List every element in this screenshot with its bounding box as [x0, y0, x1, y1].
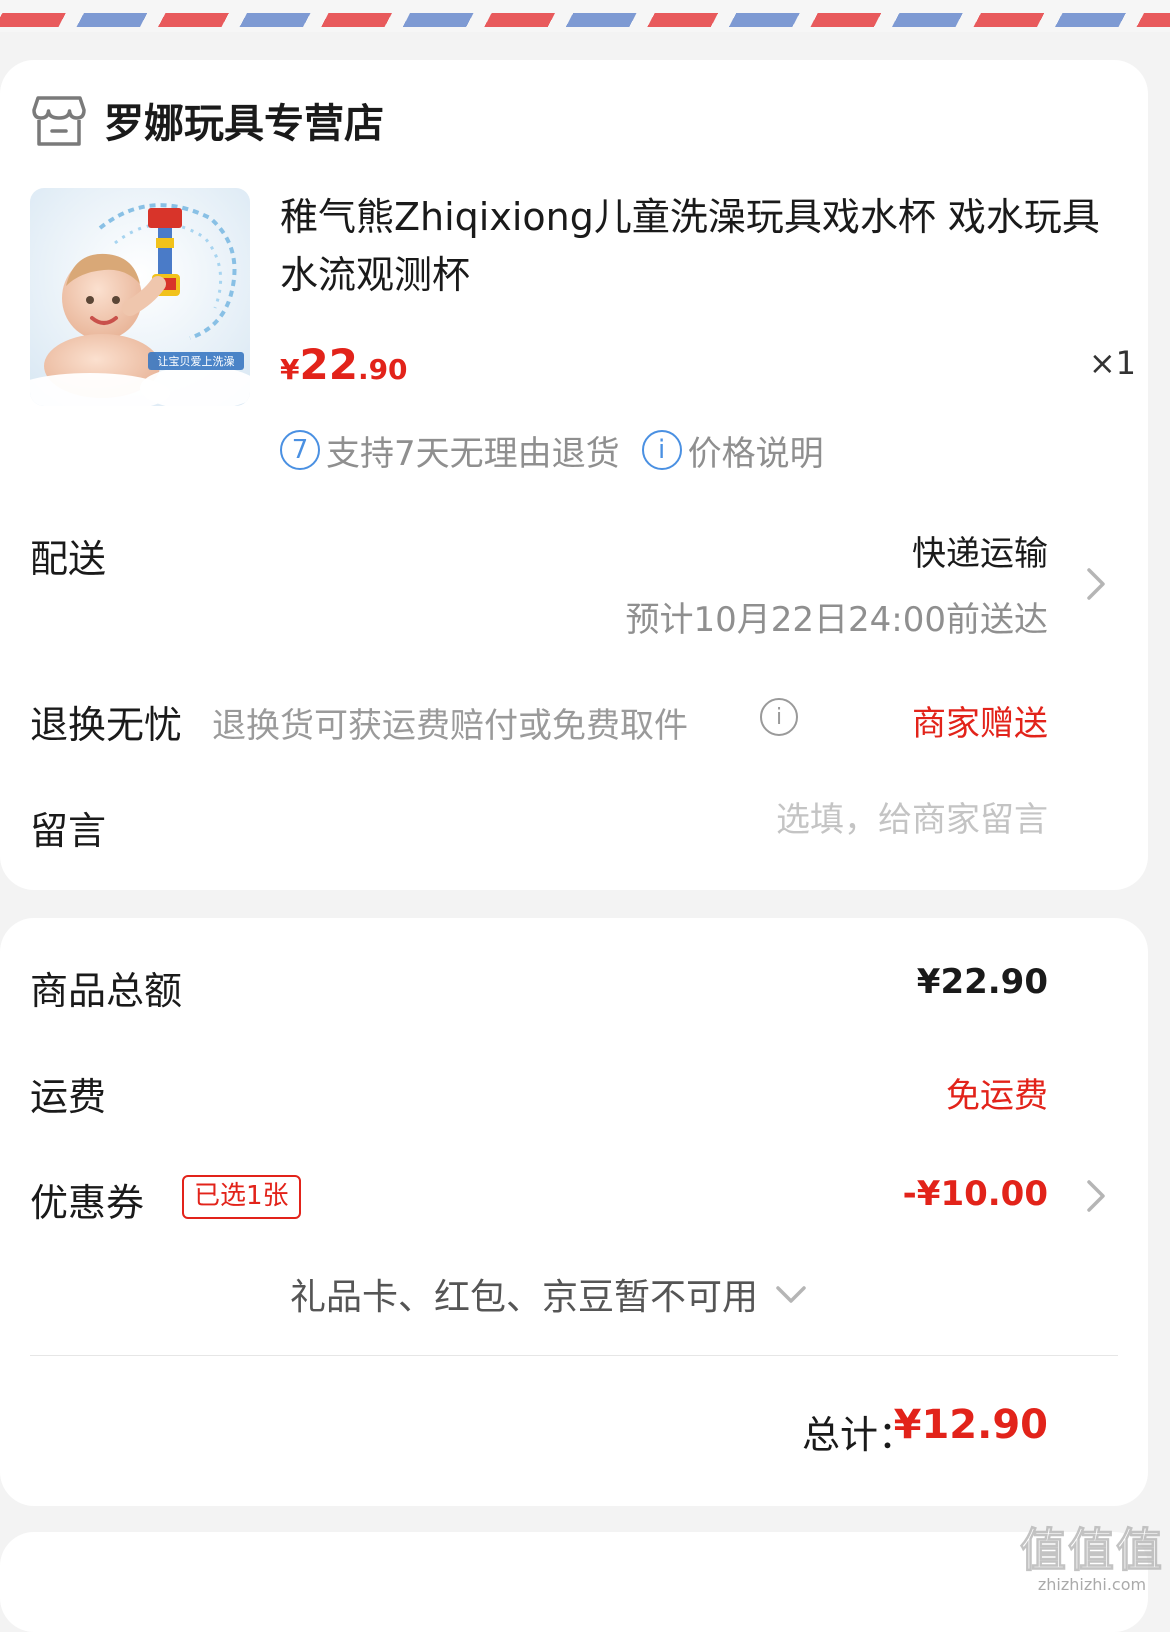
product-quantity: ×1 — [1088, 344, 1136, 382]
message-label: 留言 — [30, 809, 107, 853]
subtotal-value: ¥22.90 — [916, 962, 1048, 1002]
service-tags: 7 支持7天无理由退货 i 价格说明 — [280, 426, 824, 475]
order-card — [0, 60, 1148, 890]
price-decimal: .90 — [357, 353, 408, 386]
price-note-link[interactable]: 价格说明 — [688, 426, 824, 475]
seven-day-return-icon: 7 — [280, 430, 320, 470]
shipping-label: 运费 — [30, 1075, 107, 1119]
watermark-site: zhizhizhi.com — [1037, 1575, 1147, 1594]
airmail-border — [0, 0, 1170, 32]
watermark-logo: 值值值 — [1020, 1523, 1164, 1577]
price-currency: ¥ — [280, 353, 300, 386]
product-title[interactable]: 稚气熊Zhiqixiong儿童洗澡玩具戏水杯 戏水玩具 水流观测杯 — [280, 188, 1110, 304]
delivery-eta: 预计10月22日24:00前送达 — [625, 600, 1048, 640]
next-card — [0, 1532, 1148, 1632]
returns-label: 退换无忧 — [30, 703, 183, 747]
shipping-value: 免运费 — [946, 1076, 1048, 1116]
airmail-stripes — [0, 13, 1170, 27]
delivery-method[interactable]: 快递运输 — [912, 526, 1048, 575]
returns-badge: 商家赠送 — [912, 704, 1048, 744]
delivery-label[interactable]: 配送 — [30, 528, 106, 583]
message-input[interactable] — [548, 800, 1048, 840]
info-icon: i — [641, 430, 682, 470]
product-image-caption: 让宝贝爱上洗澡 — [158, 354, 235, 368]
subtotal-label: 商品总额 — [30, 969, 183, 1013]
chevron-down-icon — [776, 1286, 806, 1303]
returns-description: 退换货可获运费赔付或免费取件 — [212, 706, 688, 746]
seven-day-return-label[interactable]: 支持7天无理由退货 — [326, 426, 620, 475]
product-price: ¥22.90 — [280, 340, 408, 399]
watermark: 值值值 zhizhizhi.com — [1020, 1523, 1164, 1595]
chevron-right-icon[interactable] — [1084, 1178, 1108, 1214]
coupon-label[interactable]: 优惠券 — [30, 1172, 144, 1227]
coupon-value[interactable]: -¥10.00 — [903, 1174, 1048, 1214]
store-name[interactable]: 罗娜玩具专营店 — [104, 100, 384, 148]
product-image[interactable]: 让宝贝爱上洗澡 — [30, 188, 250, 406]
info-icon[interactable]: i — [760, 698, 798, 736]
store-icon[interactable] — [32, 94, 86, 148]
total-value: ¥12.90 — [893, 1402, 1048, 1448]
giftcard-note: 礼品卡、红包、京豆暂不可用 — [290, 1277, 759, 1318]
chevron-right-icon[interactable] — [1084, 566, 1108, 602]
divider — [30, 1355, 1118, 1356]
coupon-selected-badge: 已选1张 — [182, 1175, 301, 1219]
price-integer: 22 — [299, 340, 358, 389]
giftcard-toggle[interactable]: 礼品卡、红包、京豆暂不可用 — [290, 1268, 808, 1320]
